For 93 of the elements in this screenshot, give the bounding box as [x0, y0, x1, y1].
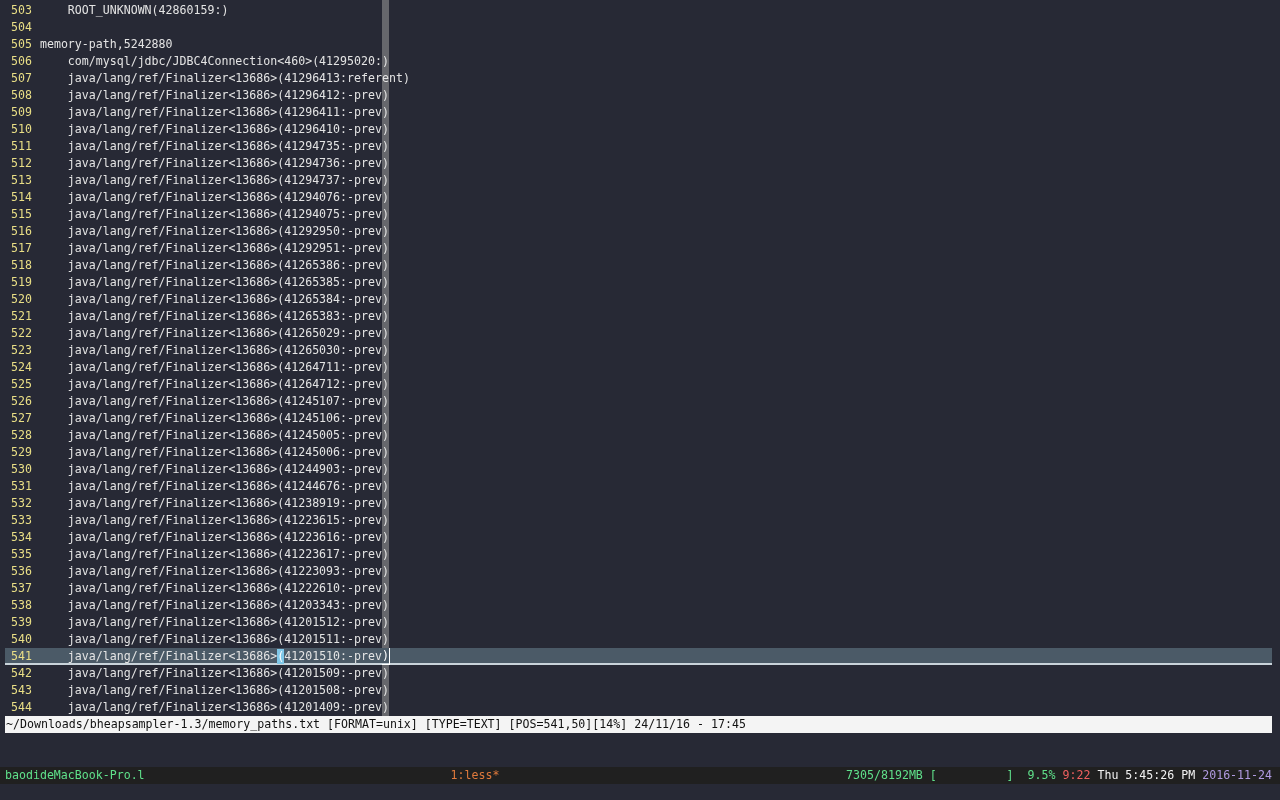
line-number: 520 — [10, 291, 32, 308]
code-line: java/lang/ref/Finalizer<13686>(41294076:-prev) — [67, 189, 389, 206]
code-line: java/lang/ref/Finalizer<13686>(41201511:-prev) — [67, 631, 389, 648]
load-time: 9:22 — [1062, 767, 1091, 784]
code-line: java/lang/ref/Finalizer<13686>(41264712:-prev) — [67, 376, 389, 393]
line-number: 531 — [10, 478, 32, 495]
line-number: 511 — [10, 138, 32, 155]
code-line: java/lang/ref/Finalizer<13686>(41296411:-prev) — [67, 104, 389, 121]
code-line: java/lang/ref/Finalizer<13686>(41265030:-prev) — [67, 342, 389, 359]
code-line: java/lang/ref/Finalizer<13686>(41223617:-prev) — [67, 546, 389, 563]
line-number: 505 — [10, 36, 32, 53]
code-line: ROOT_UNKNOWN(42860159:) — [67, 2, 229, 19]
code-line: java/lang/ref/Finalizer<13686>(41223616:-prev) — [67, 529, 389, 546]
line-number: 504 — [10, 19, 32, 36]
line-number: 512 — [10, 155, 32, 172]
line-number: 503 — [10, 2, 32, 19]
memory-usage: 7305/8192MB — [846, 767, 923, 784]
line-number: 537 — [10, 580, 32, 597]
line-number: 534 — [10, 529, 32, 546]
line-number: 516 — [10, 223, 32, 240]
code-line: java/lang/ref/Finalizer<13686>(41223093:-prev) — [67, 563, 389, 580]
code-line: java/lang/ref/Finalizer<13686>(41292950:-prev) — [67, 223, 389, 240]
code-text: 41201510:-prev — [284, 648, 382, 665]
line-number: 541 — [10, 648, 32, 665]
date: 2016-11-24 — [1202, 767, 1272, 784]
line-number: 527 — [10, 410, 32, 427]
code-line: java/lang/ref/Finalizer<13686>(41245006:-prev) — [67, 444, 389, 461]
line-number: 542 — [10, 665, 32, 682]
line-number: 517 — [10, 240, 32, 257]
code-line: java/lang/ref/Finalizer<13686>(41294075:-prev) — [67, 206, 389, 223]
code-line: java/lang/ref/Finalizer<13686>(41296410:-prev) — [67, 121, 389, 138]
line-number: 536 — [10, 563, 32, 580]
code-line: java/lang/ref/Finalizer<13686>(41244903:-prev) — [67, 461, 389, 478]
code-line: java/lang/ref/Finalizer<13686>(41296412:-prev) — [67, 87, 389, 104]
line-number: 523 — [10, 342, 32, 359]
line-number: 508 — [10, 87, 32, 104]
code-line: java/lang/ref/Finalizer<13686>(41201509:-prev) — [67, 665, 389, 682]
code-line: java/lang/ref/Finalizer<13686>(41244676:-prev) — [67, 478, 389, 495]
code-line: java/lang/ref/Finalizer<13686>(41265386:-prev) — [67, 257, 389, 274]
code-line: java/lang/ref/Finalizer<13686>(41265385:-prev) — [67, 274, 389, 291]
code-line: java/lang/ref/Finalizer<13686>(41292951:-prev) — [67, 240, 389, 257]
line-number: 535 — [10, 546, 32, 563]
code-line: java/lang/ref/Finalizer<13686>(41296413:referent) — [67, 70, 410, 87]
code-line: java/lang/ref/Finalizer<13686>(41294737:-prev) — [67, 172, 389, 189]
memory-gauge-text: [ ] — [929, 767, 1014, 784]
code-line: java/lang/ref/Finalizer<13686>(41245107:-prev) — [67, 393, 389, 410]
line-number: 515 — [10, 206, 32, 223]
line-number: 540 — [10, 631, 32, 648]
line-number: 519 — [10, 274, 32, 291]
code-line: java/lang/ref/Finalizer<13686>(41245005:-prev) — [67, 427, 389, 444]
clock: Thu 5:45:26 PM — [1097, 767, 1196, 784]
line-number: 507 — [10, 70, 32, 87]
code-line: java/lang/ref/Finalizer<13686>(41265029:-prev) — [67, 325, 389, 342]
line-number: 543 — [10, 682, 32, 699]
line-number: 521 — [10, 308, 32, 325]
code-line: java/lang/ref/Finalizer<13686>(41201512:-prev) — [67, 614, 389, 631]
matching-paren: ) — [381, 648, 390, 665]
window-tab[interactable]: 1:less* — [450, 767, 500, 784]
code-line: java/lang/ref/Finalizer<13686>(41203343:-prev) — [67, 597, 389, 614]
line-number: 526 — [10, 393, 32, 410]
code-line: java/lang/ref/Finalizer<13686>(41201508:-prev) — [67, 682, 389, 699]
code-line: com/mysql/jdbc/JDBC4Connection<460>(41295020:) — [67, 53, 389, 70]
code-line: java/lang/ref/Finalizer<13686>(41265383:-prev) — [67, 308, 389, 325]
line-number: 524 — [10, 359, 32, 376]
line-number: 525 — [10, 376, 32, 393]
line-number: 530 — [10, 461, 32, 478]
line-number: 538 — [10, 597, 32, 614]
line-number: 529 — [10, 444, 32, 461]
cpu-usage: 9.5% — [1027, 767, 1056, 784]
line-number: 522 — [10, 325, 32, 342]
code-line: java/lang/ref/Finalizer<13686>(41201409:-prev) — [67, 699, 389, 716]
line-number: 532 — [10, 495, 32, 512]
code-line: java/lang/ref/Finalizer<13686>(41294736:-prev) — [67, 155, 389, 172]
code-line: memory-path,5242880 — [39, 36, 173, 53]
code-line: java/lang/ref/Finalizer<13686>(41222610:-prev) — [67, 580, 389, 597]
line-number: 539 — [10, 614, 32, 631]
line-number: 506 — [10, 53, 32, 70]
code-text: java/lang/ref/Finalizer<13686> — [67, 648, 278, 665]
line-number: 528 — [10, 427, 32, 444]
line-number: 510 — [10, 121, 32, 138]
line-number: 533 — [10, 512, 32, 529]
host-name: baodideMacBook-Pro.l — [5, 767, 145, 784]
line-number: 509 — [10, 104, 32, 121]
line-number: 544 — [10, 699, 32, 716]
code-line: java/lang/ref/Finalizer<13686>(41223615:-prev) — [67, 512, 389, 529]
code-line: java/lang/ref/Finalizer<13686>(41245106:-prev) — [67, 410, 389, 427]
code-line: java/lang/ref/Finalizer<13686>(41238919:-prev) — [67, 495, 389, 512]
code-line: java/lang/ref/Finalizer<13686>(41294735:-prev) — [67, 138, 389, 155]
code-line: java/lang/ref/Finalizer<13686>(41265384:-prev) — [67, 291, 389, 308]
line-number: 514 — [10, 189, 32, 206]
line-number: 518 — [10, 257, 32, 274]
line-number: 513 — [10, 172, 32, 189]
code-line: java/lang/ref/Finalizer<13686>(41264711:-prev) — [67, 359, 389, 376]
